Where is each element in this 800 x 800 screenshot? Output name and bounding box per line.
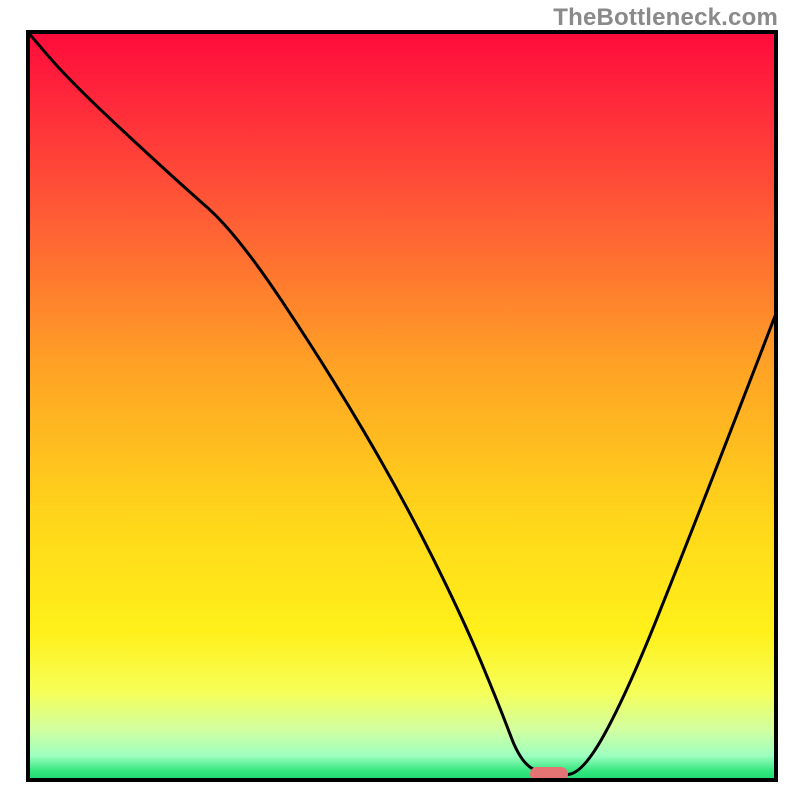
chart-background-gradient (26, 30, 778, 782)
chart-area (26, 30, 778, 782)
watermark-text: TheBottleneck.com (553, 4, 778, 32)
